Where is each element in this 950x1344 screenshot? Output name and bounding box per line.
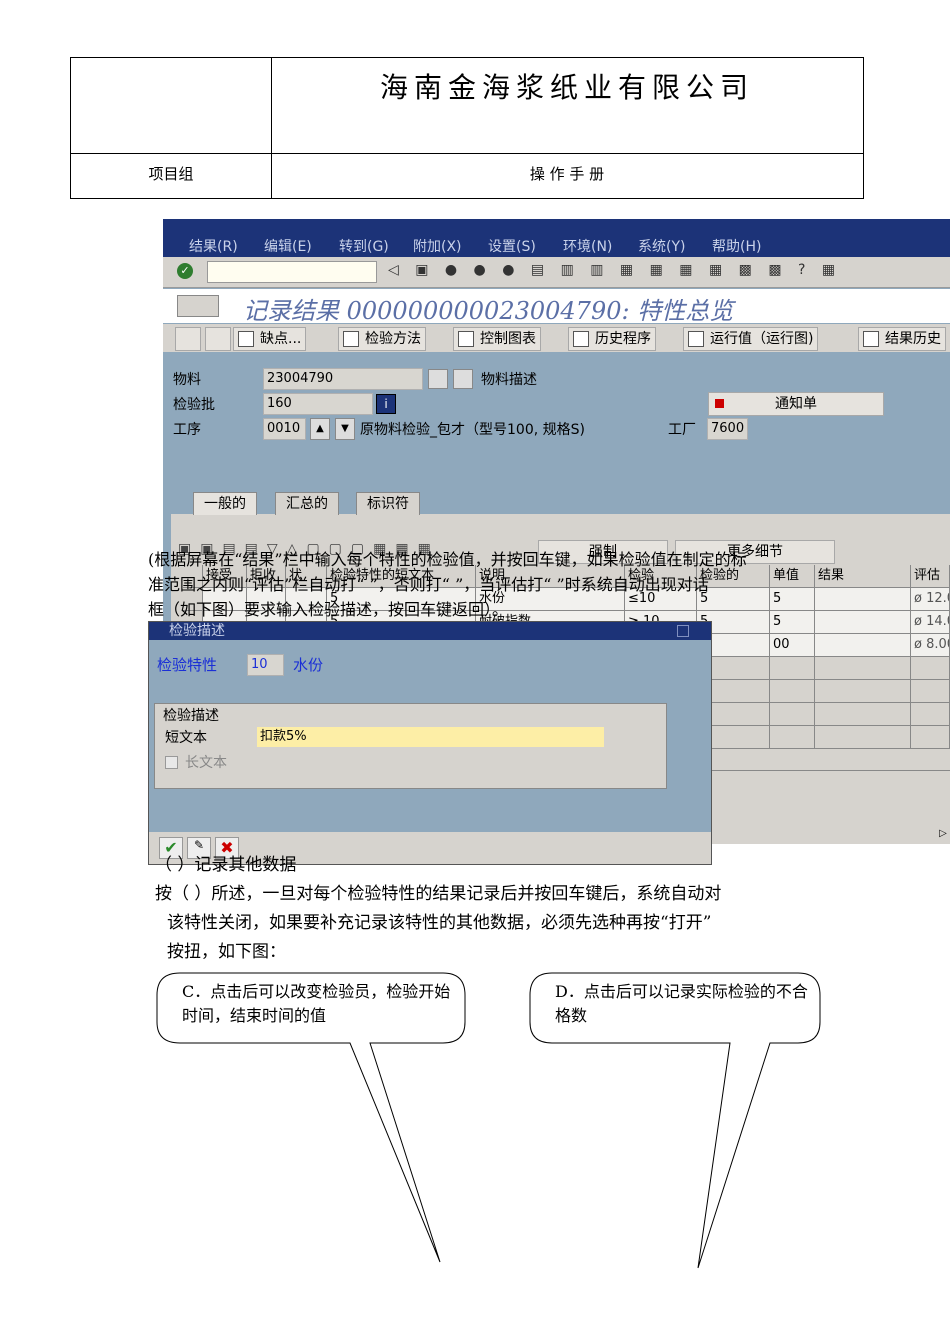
callout-d-text: D．点击后可以记录实际检验的不合格数 [555, 982, 808, 1025]
document-page: 海南金海浆纸业有限公司 项目组 操 作 手 册 结果(R) 编辑(E) 转到(G… [0, 0, 950, 1344]
callout-c-text: C．点击后可以改变检验员，检验开始时间，结束时间的值 [182, 982, 451, 1025]
callout-shapes [156, 972, 821, 1269]
